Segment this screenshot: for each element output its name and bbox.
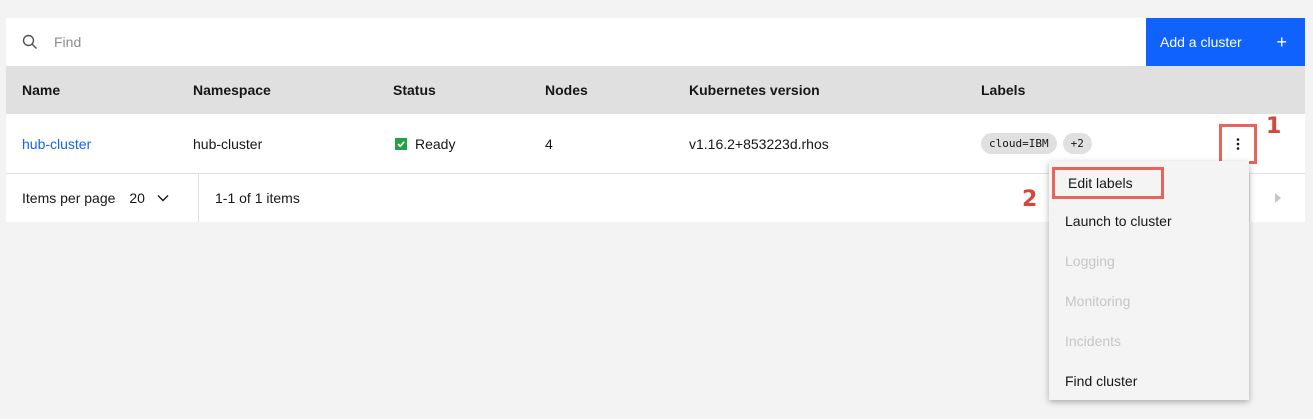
menu-item-launch-to-cluster[interactable]: Launch to cluster bbox=[1049, 201, 1249, 241]
menu-item-monitoring: Monitoring bbox=[1065, 293, 1131, 309]
check-icon bbox=[395, 137, 407, 150]
plus-icon: + bbox=[1276, 32, 1287, 52]
items-per-page-select[interactable]: 20 bbox=[129, 190, 169, 206]
menu-item-logging: Logging bbox=[1065, 253, 1115, 269]
search-input[interactable] bbox=[54, 18, 1146, 66]
status-cell: Ready bbox=[395, 136, 455, 152]
items-per-page-label: Items per page bbox=[22, 190, 116, 206]
items-per-page: Items per page 20 bbox=[6, 174, 199, 222]
label-tag: cloud=IBM bbox=[981, 133, 1057, 154]
column-header-status[interactable]: Status bbox=[393, 82, 436, 98]
callout-step-2: 2 bbox=[1022, 187, 1038, 212]
column-header-nodes[interactable]: Nodes bbox=[545, 82, 588, 98]
callout-step-1: 1 bbox=[1266, 114, 1282, 139]
next-page-button[interactable] bbox=[1249, 174, 1305, 222]
column-header-namespace[interactable]: Namespace bbox=[193, 82, 271, 98]
cluster-name-link[interactable]: hub-cluster bbox=[22, 136, 91, 152]
cluster-nodes: 4 bbox=[545, 135, 553, 152]
pagination-range: 1-1 of 1 items bbox=[215, 190, 300, 206]
add-cluster-button[interactable]: Add a cluster + bbox=[1146, 18, 1305, 66]
column-header-version[interactable]: Kubernetes version bbox=[689, 82, 820, 98]
toolbar: Add a cluster + bbox=[6, 18, 1305, 66]
add-cluster-label: Add a cluster bbox=[1160, 34, 1242, 50]
caret-right-icon bbox=[1274, 193, 1281, 203]
column-header-labels[interactable]: Labels bbox=[981, 82, 1025, 98]
overflow-menu: Edit labels Launch to cluster Logging Mo… bbox=[1049, 161, 1249, 400]
search-icon bbox=[6, 18, 54, 66]
overflow-vertical-icon bbox=[1236, 138, 1240, 150]
labels-cell: cloud=IBM +2 bbox=[981, 133, 1098, 154]
menu-item-edit-labels[interactable]: Edit labels bbox=[1052, 167, 1164, 199]
column-header-name[interactable]: Name bbox=[22, 82, 60, 98]
status-text: Ready bbox=[415, 135, 456, 152]
more-labels-tag[interactable]: +2 bbox=[1062, 133, 1092, 154]
overflow-menu-button[interactable] bbox=[1219, 124, 1257, 164]
menu-item-incidents: Incidents bbox=[1065, 333, 1122, 349]
chevron-down-icon bbox=[157, 195, 169, 202]
items-per-page-value: 20 bbox=[129, 190, 145, 206]
cluster-version: v1.16.2+853223d.rhos bbox=[689, 135, 829, 152]
cluster-namespace: hub-cluster bbox=[193, 135, 263, 152]
menu-item-find-cluster[interactable]: Find cluster bbox=[1049, 361, 1249, 401]
table-header: Name Namespace Status Nodes Kubernetes v… bbox=[6, 66, 1305, 114]
